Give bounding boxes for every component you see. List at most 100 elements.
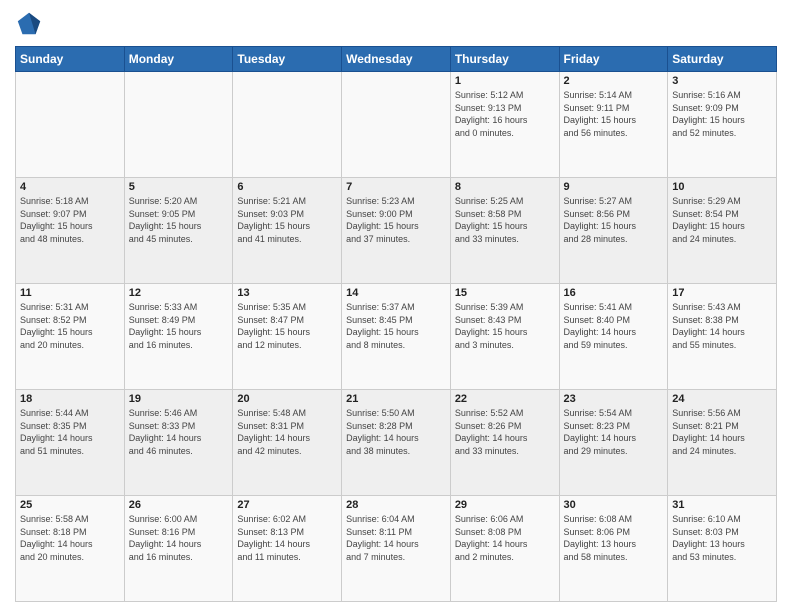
calendar-cell: 12 Sunrise: 5:33 AM Sunset: 8:49 PM Dayli… — [124, 284, 233, 390]
calendar-cell: 27 Sunrise: 6:02 AM Sunset: 8:13 PM Dayli… — [233, 496, 342, 602]
calendar-cell: 21 Sunrise: 5:50 AM Sunset: 8:28 PM Dayli… — [342, 390, 451, 496]
calendar-cell — [342, 72, 451, 178]
calendar-cell: 9 Sunrise: 5:27 AM Sunset: 8:56 PM Daylig… — [559, 178, 668, 284]
calendar-cell: 29 Sunrise: 6:06 AM Sunset: 8:08 PM Dayli… — [450, 496, 559, 602]
header — [15, 10, 777, 38]
calendar-cell: 20 Sunrise: 5:48 AM Sunset: 8:31 PM Dayli… — [233, 390, 342, 496]
day-info: Sunrise: 5:12 AM Sunset: 9:13 PM Dayligh… — [455, 89, 555, 139]
page-container: SundayMondayTuesdayWednesdayThursdayFrid… — [0, 0, 792, 612]
day-info: Sunrise: 5:41 AM Sunset: 8:40 PM Dayligh… — [564, 301, 664, 351]
day-number: 10 — [672, 181, 772, 193]
calendar-cell: 8Sunrise: 5:25 AM Sunset: 8:58 PM Daylig… — [450, 178, 559, 284]
calendar-cell: 30 Sunrise: 6:08 AM Sunset: 8:06 PM Dayli… — [559, 496, 668, 602]
calendar-cell: 26 Sunrise: 6:00 AM Sunset: 8:16 PM Dayli… — [124, 496, 233, 602]
calendar-day-header: Monday — [124, 47, 233, 72]
day-info: Sunrise: 6:08 AM Sunset: 8:06 PM Dayligh… — [564, 513, 664, 563]
calendar-table: SundayMondayTuesdayWednesdayThursdayFrid… — [15, 46, 777, 602]
calendar-day-header: Saturday — [668, 47, 777, 72]
calendar-cell: 23Sunrise: 5:54 AM Sunset: 8:23 PM Dayli… — [559, 390, 668, 496]
calendar-cell: 22 Sunrise: 5:52 AM Sunset: 8:26 PM Dayli… — [450, 390, 559, 496]
day-info: Sunrise: 5:54 AM Sunset: 8:23 PM Dayligh… — [564, 407, 664, 457]
calendar-cell: 11Sunrise: 5:31 AM Sunset: 8:52 PM Dayli… — [16, 284, 125, 390]
day-number: 28 — [346, 499, 446, 511]
calendar-week-row: 25 Sunrise: 5:58 AM Sunset: 8:18 PM Dayli… — [16, 496, 777, 602]
day-info: Sunrise: 5:52 AM Sunset: 8:26 PM Dayligh… — [455, 407, 555, 457]
calendar-cell: 17 Sunrise: 5:43 AM Sunset: 8:38 PM Dayli… — [668, 284, 777, 390]
day-number: 13 — [237, 287, 337, 299]
calendar-week-row: 18Sunrise: 5:44 AM Sunset: 8:35 PM Dayli… — [16, 390, 777, 496]
day-number: 29 — [455, 499, 555, 511]
calendar-cell: 31Sunrise: 6:10 AM Sunset: 8:03 PM Dayli… — [668, 496, 777, 602]
day-number: 3 — [672, 75, 772, 87]
calendar-cell — [16, 72, 125, 178]
day-number: 2 — [564, 75, 664, 87]
calendar-week-row: 4 Sunrise: 5:18 AM Sunset: 9:07 PM Daylig… — [16, 178, 777, 284]
calendar-cell: 13 Sunrise: 5:35 AM Sunset: 8:47 PM Dayli… — [233, 284, 342, 390]
day-info: Sunrise: 5:31 AM Sunset: 8:52 PM Dayligh… — [20, 301, 120, 351]
day-number: 1 — [455, 75, 555, 87]
day-number: 21 — [346, 393, 446, 405]
calendar-cell: 14 Sunrise: 5:37 AM Sunset: 8:45 PM Dayli… — [342, 284, 451, 390]
day-number: 14 — [346, 287, 446, 299]
calendar-cell: 24 Sunrise: 5:56 AM Sunset: 8:21 PM Dayli… — [668, 390, 777, 496]
day-info: Sunrise: 6:06 AM Sunset: 8:08 PM Dayligh… — [455, 513, 555, 563]
day-info: Sunrise: 5:50 AM Sunset: 8:28 PM Dayligh… — [346, 407, 446, 457]
calendar-week-row: 11Sunrise: 5:31 AM Sunset: 8:52 PM Dayli… — [16, 284, 777, 390]
calendar-cell — [233, 72, 342, 178]
day-number: 16 — [564, 287, 664, 299]
day-info: Sunrise: 5:35 AM Sunset: 8:47 PM Dayligh… — [237, 301, 337, 351]
day-number: 25 — [20, 499, 120, 511]
day-number: 9 — [564, 181, 664, 193]
day-number: 30 — [564, 499, 664, 511]
calendar-cell: 18Sunrise: 5:44 AM Sunset: 8:35 PM Dayli… — [16, 390, 125, 496]
day-info: Sunrise: 6:04 AM Sunset: 8:11 PM Dayligh… — [346, 513, 446, 563]
day-info: Sunrise: 5:56 AM Sunset: 8:21 PM Dayligh… — [672, 407, 772, 457]
day-info: Sunrise: 5:58 AM Sunset: 8:18 PM Dayligh… — [20, 513, 120, 563]
day-number: 26 — [129, 499, 229, 511]
day-number: 4 — [20, 181, 120, 193]
calendar-day-header: Sunday — [16, 47, 125, 72]
day-number: 27 — [237, 499, 337, 511]
day-number: 6 — [237, 181, 337, 193]
day-info: Sunrise: 5:37 AM Sunset: 8:45 PM Dayligh… — [346, 301, 446, 351]
day-info: Sunrise: 5:14 AM Sunset: 9:11 PM Dayligh… — [564, 89, 664, 139]
day-number: 5 — [129, 181, 229, 193]
day-number: 15 — [455, 287, 555, 299]
calendar-day-header: Tuesday — [233, 47, 342, 72]
calendar-header-row: SundayMondayTuesdayWednesdayThursdayFrid… — [16, 47, 777, 72]
day-info: Sunrise: 5:48 AM Sunset: 8:31 PM Dayligh… — [237, 407, 337, 457]
day-info: Sunrise: 5:29 AM Sunset: 8:54 PM Dayligh… — [672, 195, 772, 245]
day-number: 7 — [346, 181, 446, 193]
day-number: 19 — [129, 393, 229, 405]
calendar-day-header: Thursday — [450, 47, 559, 72]
logo-icon — [15, 10, 43, 38]
day-info: Sunrise: 5:18 AM Sunset: 9:07 PM Dayligh… — [20, 195, 120, 245]
calendar-cell: 4 Sunrise: 5:18 AM Sunset: 9:07 PM Daylig… — [16, 178, 125, 284]
day-number: 22 — [455, 393, 555, 405]
day-info: Sunrise: 5:27 AM Sunset: 8:56 PM Dayligh… — [564, 195, 664, 245]
day-info: Sunrise: 6:00 AM Sunset: 8:16 PM Dayligh… — [129, 513, 229, 563]
calendar-cell: 7 Sunrise: 5:23 AM Sunset: 9:00 PM Daylig… — [342, 178, 451, 284]
day-info: Sunrise: 6:10 AM Sunset: 8:03 PM Dayligh… — [672, 513, 772, 563]
day-info: Sunrise: 5:39 AM Sunset: 8:43 PM Dayligh… — [455, 301, 555, 351]
calendar-day-header: Wednesday — [342, 47, 451, 72]
day-info: Sunrise: 5:20 AM Sunset: 9:05 PM Dayligh… — [129, 195, 229, 245]
day-number: 17 — [672, 287, 772, 299]
day-info: Sunrise: 5:23 AM Sunset: 9:00 PM Dayligh… — [346, 195, 446, 245]
calendar-week-row: 1 Sunrise: 5:12 AM Sunset: 9:13 PM Daylig… — [16, 72, 777, 178]
calendar-day-header: Friday — [559, 47, 668, 72]
calendar-cell: 19Sunrise: 5:46 AM Sunset: 8:33 PM Dayli… — [124, 390, 233, 496]
calendar-cell — [124, 72, 233, 178]
calendar-cell: 16 Sunrise: 5:41 AM Sunset: 8:40 PM Dayli… — [559, 284, 668, 390]
day-number: 12 — [129, 287, 229, 299]
day-info: Sunrise: 6:02 AM Sunset: 8:13 PM Dayligh… — [237, 513, 337, 563]
day-number: 20 — [237, 393, 337, 405]
day-info: Sunrise: 5:44 AM Sunset: 8:35 PM Dayligh… — [20, 407, 120, 457]
day-number: 8 — [455, 181, 555, 193]
logo — [15, 10, 47, 38]
day-info: Sunrise: 5:43 AM Sunset: 8:38 PM Dayligh… — [672, 301, 772, 351]
day-info: Sunrise: 5:21 AM Sunset: 9:03 PM Dayligh… — [237, 195, 337, 245]
day-info: Sunrise: 5:16 AM Sunset: 9:09 PM Dayligh… — [672, 89, 772, 139]
day-info: Sunrise: 5:33 AM Sunset: 8:49 PM Dayligh… — [129, 301, 229, 351]
day-number: 24 — [672, 393, 772, 405]
